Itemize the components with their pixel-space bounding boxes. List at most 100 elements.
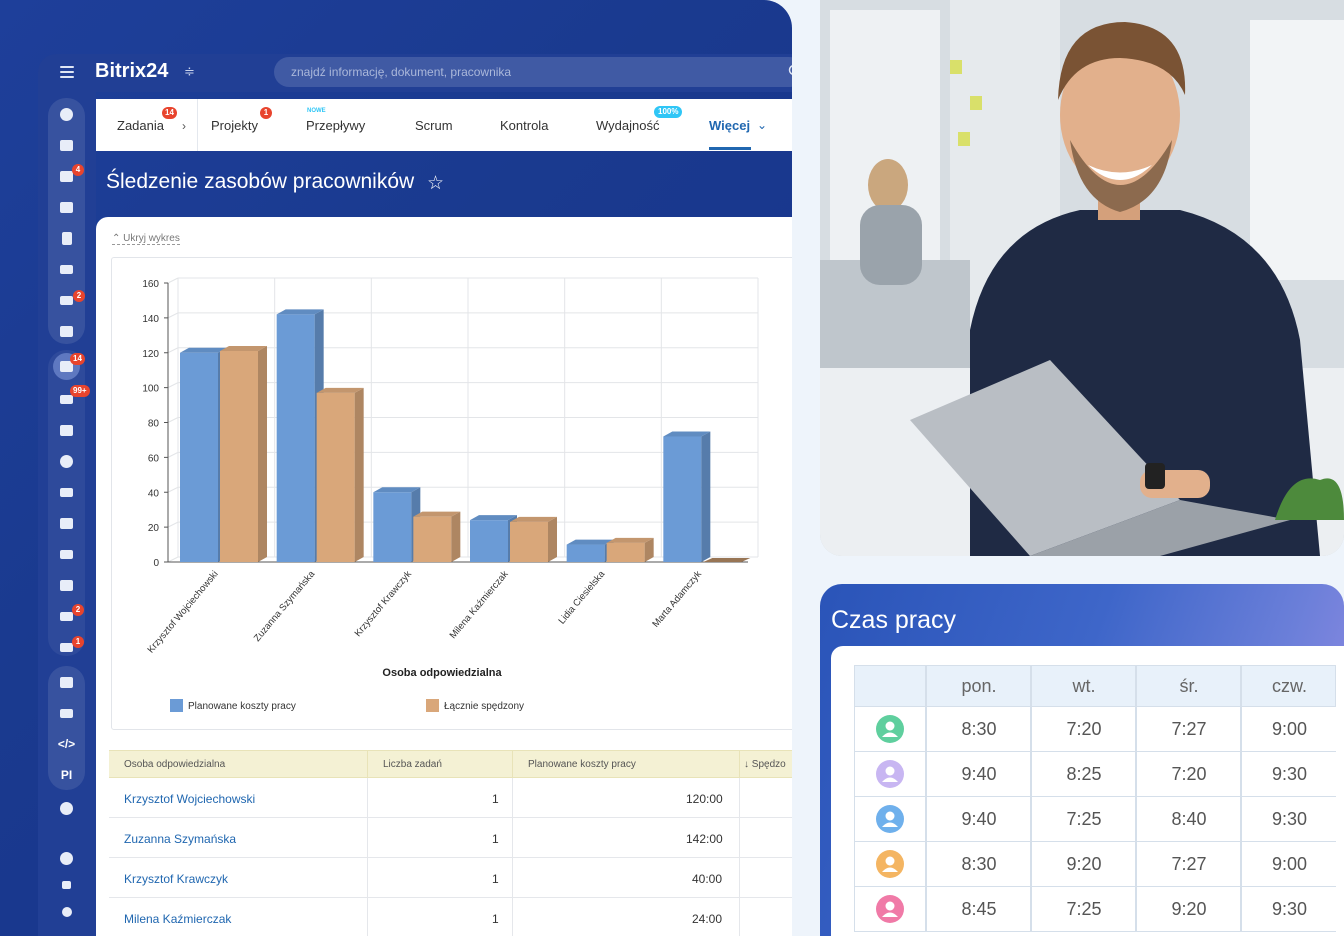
person-link[interactable]: Krzysztof Wojciechowski <box>124 792 255 806</box>
col-divider <box>739 818 740 857</box>
time-cell: 8:40 <box>1171 809 1207 829</box>
signature-icon <box>60 549 73 559</box>
worktime-row: 8:30 7:20 7:27 9:00 <box>854 707 1336 752</box>
col-divider <box>739 898 740 936</box>
sidebar-item-calendar[interactable] <box>48 194 85 220</box>
gridline-depth <box>167 451 179 458</box>
chevron-right-icon[interactable]: › <box>182 119 186 133</box>
bar <box>316 392 355 562</box>
sidebar-expand-button[interactable] <box>48 795 85 821</box>
y-tick-label: 80 <box>148 419 160 430</box>
worktime-row: 8:30 9:20 7:27 9:00 <box>854 842 1336 887</box>
table-row: Krzysztof Krawczyk 1 40:00 <box>109 858 792 898</box>
col-header-planned[interactable]: Planowane koszty pracy <box>528 759 636 770</box>
col-divider <box>925 707 927 751</box>
user-avatar-icon[interactable] <box>876 715 904 743</box>
user-avatar-icon[interactable] <box>876 760 904 788</box>
y-tick-label: 40 <box>148 488 160 499</box>
hide-chart-link[interactable]: ⌃ Ukryj wykres <box>112 233 180 245</box>
col-divider <box>1240 666 1242 706</box>
sidebar-item-feed[interactable] <box>48 101 85 127</box>
person-link[interactable]: Krzysztof Krawczyk <box>124 872 228 886</box>
user-avatar-icon[interactable] <box>876 850 904 878</box>
x-tick-label: Lidia Ciesielska <box>556 568 607 626</box>
bar-side <box>548 516 557 562</box>
planned-cost: 40:00 <box>692 872 723 886</box>
bar <box>220 351 258 562</box>
legend-label: Łącznie spędzony <box>444 701 524 712</box>
col-divider <box>512 818 513 857</box>
sidebar-item-groups[interactable] <box>48 318 85 344</box>
col-header-task-count[interactable]: Liczba zadań <box>383 759 442 770</box>
col-divider <box>1030 707 1032 751</box>
bar <box>663 436 702 562</box>
task-count: 1 <box>492 872 499 886</box>
slashes-icon <box>60 708 73 718</box>
task-count: 1 <box>492 912 499 926</box>
sidebar-item-analytics[interactable] <box>48 572 85 598</box>
person-link[interactable]: Zuzanna Szymańska <box>124 832 236 846</box>
time-cell: 7:27 <box>1171 719 1207 739</box>
sidebar-item-shop[interactable] <box>48 479 85 505</box>
col-divider <box>1240 797 1242 841</box>
sidebar-item-developer[interactable]: </> <box>48 731 85 757</box>
col-divider <box>1135 842 1137 886</box>
sidebar-item-automation[interactable] <box>48 700 85 726</box>
day-wednesday: śr. <box>1179 676 1199 696</box>
x-tick-label: Marta Adamczyk <box>650 569 704 630</box>
col-divider <box>367 778 368 817</box>
col-divider <box>739 751 740 777</box>
col-divider <box>1135 887 1137 931</box>
sidebar-item-drive[interactable] <box>48 256 85 282</box>
sidebar-item-inbox[interactable] <box>48 132 85 158</box>
bar <box>470 520 508 562</box>
y-tick-label: 140 <box>142 314 159 325</box>
mail-icon <box>60 295 73 305</box>
bitrix-app-window: Bitrix24 ≑ 4 2 <box>0 0 792 936</box>
col-header-person[interactable]: Osoba odpowiedzialna <box>124 759 225 770</box>
col-divider <box>1240 752 1242 796</box>
star-icon[interactable]: ☆ <box>427 172 444 195</box>
id-card-icon <box>60 611 73 621</box>
sidebar-item-sign[interactable] <box>48 541 85 567</box>
col-divider <box>1135 752 1137 796</box>
tab-projekty[interactable]: Projekty <box>211 118 258 133</box>
drive-icon <box>60 264 73 274</box>
col-divider <box>1135 666 1137 706</box>
user-avatar-icon[interactable] <box>876 895 904 923</box>
worktime-rows: 8:30 7:20 7:27 9:00 9:40 8:25 7:20 9:30 <box>854 707 1336 932</box>
col-header-spent[interactable]: ↓ Spędzo <box>744 759 786 770</box>
help-button[interactable] <box>48 845 85 871</box>
sidebar-item-marketing[interactable] <box>48 448 85 474</box>
menu-icon[interactable] <box>60 66 74 78</box>
search-icon[interactable] <box>788 64 792 78</box>
sidebar-item-pi[interactable]: PI <box>48 762 85 788</box>
user-avatar-icon[interactable] <box>876 805 904 833</box>
chevron-down-icon[interactable]: ⌄ <box>757 118 767 132</box>
tab-kontrola[interactable]: Kontrola <box>500 118 548 133</box>
tab-wiecej[interactable]: Więcej <box>709 118 750 133</box>
table-row: Milena Kaźmierczak 1 24:00 <box>109 898 792 936</box>
sidebar-item-forms[interactable] <box>48 510 85 536</box>
sidebar-item-apps[interactable] <box>48 669 85 695</box>
logo-settings-icon[interactable]: ≑ <box>184 64 195 80</box>
resource-table: Osoba odpowiedzialna Liczba zadań Planow… <box>109 750 792 936</box>
col-divider <box>367 858 368 897</box>
tab-scrum[interactable]: Scrum <box>415 118 453 133</box>
col-divider <box>1135 797 1137 841</box>
structure-button[interactable] <box>48 872 85 898</box>
x-tick-label: Zuzanna Szymańska <box>252 568 318 644</box>
sidebar-item-sites[interactable] <box>48 417 85 443</box>
search-box[interactable] <box>274 57 792 87</box>
tab-wydajnosc[interactable]: Wydajność <box>596 118 659 133</box>
search-input[interactable] <box>274 57 792 87</box>
settings-button[interactable] <box>48 899 85 925</box>
cart-icon <box>60 487 73 497</box>
sidebar-item-documents[interactable] <box>48 225 85 251</box>
time-cell: 9:30 <box>1271 899 1308 919</box>
tab-przeplywy[interactable]: Przepływy <box>306 118 365 133</box>
app-logo[interactable]: Bitrix24 <box>95 60 168 83</box>
person-link[interactable]: Milena Kaźmierczak <box>124 912 231 926</box>
calendar-icon <box>60 201 73 213</box>
tab-zadania[interactable]: Zadania <box>117 118 164 133</box>
